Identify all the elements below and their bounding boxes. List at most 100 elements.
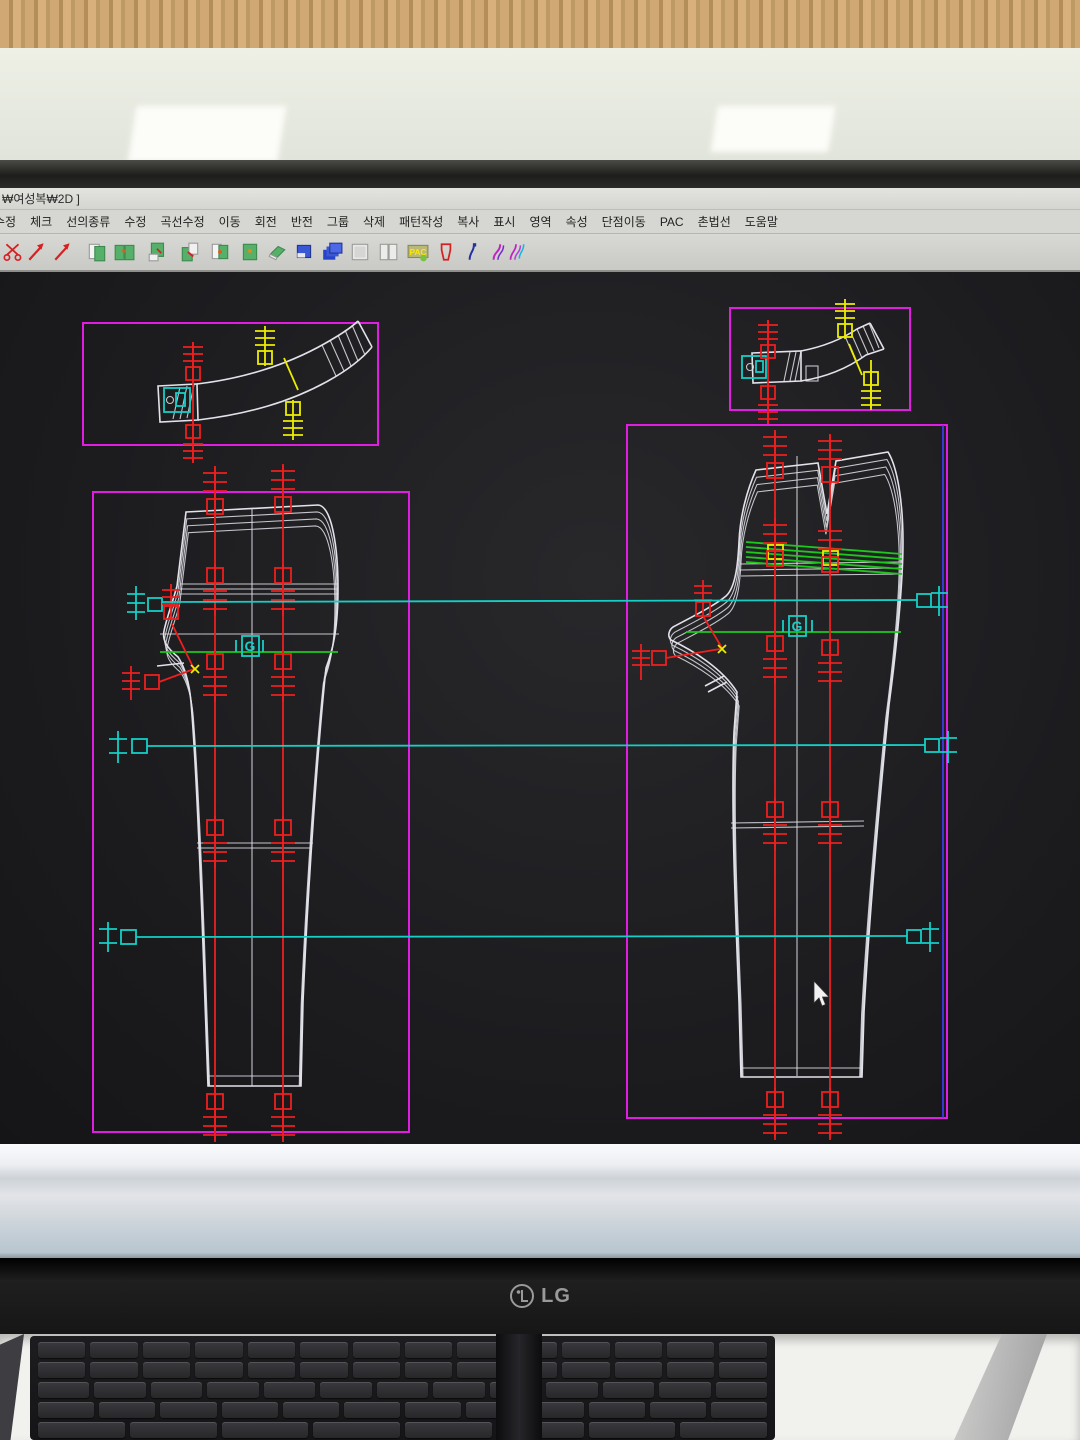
keyboard-key (667, 1362, 714, 1378)
keyboard-key (195, 1362, 242, 1378)
menu-item-14[interactable]: 영역 (522, 213, 558, 230)
menu-item-3[interactable]: 선의종류 (59, 213, 117, 230)
monitor-screen: ₩여성복₩2D ] 수정체크선의종류수정곡선수정이동회전반전그룹삭제패턴작성복사… (0, 188, 1080, 1144)
menu-item-17[interactable]: PAC (653, 215, 691, 229)
curves-multi-icon[interactable] (505, 241, 527, 263)
window-blue-icon[interactable] (293, 241, 315, 263)
keyboard-key (222, 1422, 309, 1438)
pages-white-icon[interactable] (377, 241, 399, 263)
screen-bottom-glare (0, 1144, 1080, 1258)
keyboard-key (38, 1342, 85, 1358)
light-reflection (710, 106, 835, 152)
pages-green-icon[interactable] (113, 241, 135, 263)
page-new-icon[interactable] (86, 241, 108, 263)
keyboard-key (320, 1382, 371, 1398)
keyboard-key (405, 1342, 452, 1358)
guide-line-calf[interactable] (99, 922, 939, 952)
menu-item-2[interactable]: 체크 (23, 213, 59, 230)
pac-icon[interactable]: PAC (407, 241, 429, 263)
keyboard-key (38, 1402, 94, 1418)
cad-canvas[interactable]: G (0, 272, 1080, 1144)
light-reflection (128, 106, 287, 162)
menu-item-1[interactable]: 수정 (0, 213, 23, 230)
red-pen-icon[interactable] (26, 241, 48, 263)
keyboard-key (99, 1402, 155, 1418)
page-copy-icon[interactable] (209, 241, 231, 263)
keyboard-key (222, 1402, 278, 1418)
selection-boxes[interactable] (83, 308, 947, 1132)
wood-slat-wall (0, 0, 1080, 48)
monitor-stand-foot (930, 1334, 1080, 1440)
keyboard-key (38, 1362, 85, 1378)
grade-lines-back[interactable] (632, 430, 842, 1140)
menu-item-19[interactable]: 도움말 (738, 213, 785, 230)
keyboard-key (207, 1382, 258, 1398)
keyboard-key (405, 1402, 461, 1418)
keyboard-key (711, 1402, 767, 1418)
scissors-icon[interactable] (2, 241, 24, 263)
page-pin-icon[interactable] (239, 241, 261, 263)
menu-item-15[interactable]: 속성 (559, 213, 595, 230)
menu-item-9[interactable]: 그룹 (320, 213, 356, 230)
menu-item-8[interactable]: 반전 (284, 213, 320, 230)
pattern-red-icon[interactable] (435, 241, 457, 263)
selection-box-pattern-back[interactable] (627, 425, 947, 1118)
menu-item-12[interactable]: 복사 (450, 213, 486, 230)
grade-lines-front[interactable] (122, 464, 295, 1142)
keyboard-key (719, 1362, 766, 1378)
menu-item-10[interactable]: 삭제 (356, 213, 392, 230)
keyboard-key (719, 1342, 766, 1358)
keyboard-key (130, 1422, 217, 1438)
keyboard-key (680, 1422, 767, 1438)
keyboard-key (90, 1362, 137, 1378)
keyboard-key (143, 1342, 190, 1358)
menu-item-16[interactable]: 단점이동 (595, 213, 653, 230)
keyboard-key (353, 1342, 400, 1358)
menu-item-11[interactable]: 패턴작성 (392, 213, 450, 230)
pattern-piece-front[interactable]: G (157, 505, 339, 1086)
lg-logo: LG (509, 1283, 571, 1309)
keyboard-key (603, 1382, 654, 1398)
keyboard-row-4 (38, 1402, 767, 1418)
mouse-cursor (814, 981, 829, 1006)
waistband-front-piece[interactable] (158, 321, 372, 463)
monitor-top-bezel (0, 160, 1080, 188)
keyboard-key (151, 1382, 202, 1398)
page-move-icon[interactable] (179, 241, 201, 263)
box-white-icon[interactable] (349, 241, 371, 263)
pages-blue-stack-icon[interactable] (321, 241, 343, 263)
selection-box-waistband-back[interactable] (730, 308, 910, 410)
svg-text:G: G (245, 638, 256, 654)
menu-item-18[interactable]: 촌법선 (691, 213, 738, 230)
monitor-bottom-bezel: LG (0, 1258, 1080, 1334)
keyboard-key (562, 1342, 609, 1358)
grade-origin-back: G (783, 616, 812, 636)
keyboard-row-2 (38, 1362, 767, 1378)
keyboard-key (405, 1362, 452, 1378)
menu-item-7[interactable]: 회전 (248, 213, 284, 230)
keyboard-key (160, 1402, 216, 1418)
keyboard-key (377, 1382, 428, 1398)
waistband-back-piece[interactable] (742, 299, 884, 424)
photo-scene: ₩여성복₩2D ] 수정체크선의종류수정곡선수정이동회전반전그룹삭제패턴작성복사… (0, 0, 1080, 1440)
page-cut-icon[interactable] (147, 241, 169, 263)
menu-item-4[interactable]: 수정 (117, 213, 153, 230)
selection-box-pattern-front[interactable] (93, 492, 409, 1132)
keyboard-key (283, 1402, 339, 1418)
eraser-icon[interactable] (266, 241, 288, 263)
keyboard-key (248, 1342, 295, 1358)
curve-blue-icon[interactable] (463, 241, 485, 263)
monitor-stand (496, 1334, 542, 1440)
grade-origin-front: G (236, 636, 263, 656)
red-pen-2-icon[interactable] (52, 241, 74, 263)
keyboard-key (667, 1342, 714, 1358)
pattern-piece-back[interactable]: G (669, 452, 903, 1077)
menu-item-6[interactable]: 이동 (212, 213, 248, 230)
menu-item-5[interactable]: 곡선수정 (153, 213, 211, 230)
lg-symbol-icon (509, 1283, 535, 1309)
keyboard-key (143, 1362, 190, 1378)
selection-box-waistband-front[interactable] (83, 323, 378, 445)
keyboard (30, 1336, 775, 1440)
menu-item-13[interactable]: 표시 (486, 213, 522, 230)
keyboard-key (300, 1362, 347, 1378)
